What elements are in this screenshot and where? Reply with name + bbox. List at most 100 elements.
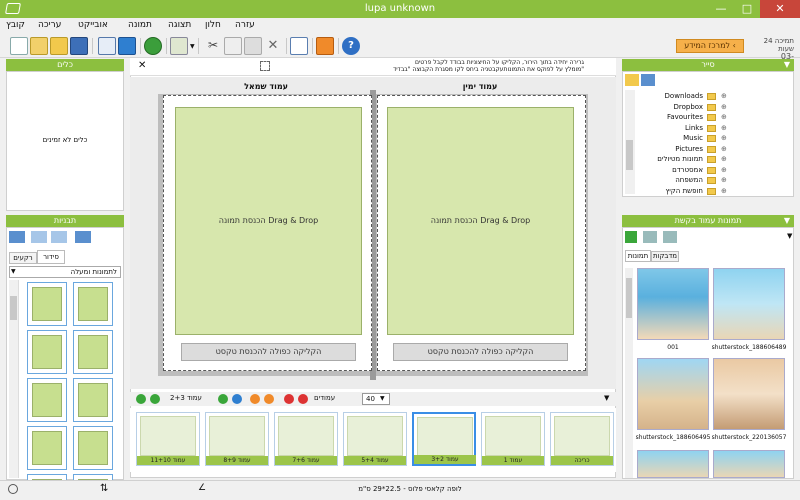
expand-icon[interactable]: ⊕ [721,103,727,111]
image-tool-icon[interactable] [170,37,188,55]
page-thumbnail[interactable]: עמוד 1 [481,412,545,466]
tree-item-label[interactable]: Pictures [643,145,703,153]
refresh-folder-icon[interactable] [641,74,655,86]
expand-icon[interactable]: ⊕ [721,134,727,142]
remove-page-icon[interactable] [298,394,308,404]
maximize-button[interactable]: □ [734,0,760,18]
layout-template[interactable] [73,330,113,374]
copy-icon[interactable] [224,37,242,55]
layout-filter-select[interactable]: לתמונות ומעלה [9,266,121,278]
tree-item-label[interactable]: חופשת הקיץ [643,187,703,195]
expand-icon[interactable]: ⊕ [721,176,727,184]
page-thumbnail[interactable]: 7+6 עמוד [274,412,338,466]
menu-window[interactable]: חלון [205,20,221,30]
tab-photos[interactable]: תמונות [625,250,651,262]
tree-item-label[interactable]: Dropbox [643,103,704,111]
chevron-down-icon[interactable]: ▼ [787,232,792,240]
open-folder-icon[interactable] [30,37,48,55]
tree-item-label[interactable]: המשפחה [643,176,703,184]
photo-thumbnail[interactable] [637,450,709,478]
rotate-icon[interactable] [250,394,260,404]
cut-icon[interactable]: ✂ [204,37,222,55]
page-thumbnail[interactable]: 8+9 עמוד [205,412,269,466]
templates-scrollbar[interactable] [9,280,19,478]
refresh-icon[interactable] [144,37,162,55]
menu-file[interactable]: קובץ [6,20,25,30]
menu-object[interactable]: אובייקט [78,20,108,30]
close-help-button[interactable]: ✕ [138,60,146,71]
layout-template[interactable] [73,426,113,470]
folder-up-icon[interactable] [625,74,639,86]
expand-icon[interactable]: ⊕ [721,166,727,174]
page-thumbnail[interactable]: כריכה [550,412,614,466]
tab-layout[interactable]: סידור [37,250,65,264]
template-tool-icon[interactable] [51,231,67,243]
tree-scrollbar[interactable] [625,90,635,194]
paste-icon[interactable] [244,37,262,55]
right-photo-dropzone[interactable]: הכנסת תמונה Drag & Drop [387,107,574,335]
page-thumbnail[interactable]: 5+4 עמוד [343,412,407,466]
document-icon[interactable] [290,37,308,55]
template-tool-icon[interactable] [9,231,25,243]
right-text-box[interactable]: הקליקה כפולה להכנסת טקסט [393,343,568,361]
tab-backgrounds[interactable]: רקעים [9,252,37,264]
photo-thumbnail[interactable] [637,268,709,340]
expand-icon[interactable]: ⊕ [721,145,727,153]
save-icon[interactable] [70,37,88,55]
layout-template[interactable] [27,378,67,422]
photo-thumbnail[interactable] [713,358,785,430]
tree-item-label[interactable]: Links [643,124,703,132]
remove-page-icon[interactable] [284,394,294,404]
layout-template[interactable] [73,282,113,326]
redo-icon[interactable] [118,37,136,55]
layout-template[interactable] [27,282,67,326]
photos-scrollbar[interactable] [625,268,633,478]
photo-thumbnail[interactable] [713,450,785,478]
menu-edit[interactable]: עריכה [38,20,61,30]
order-icon[interactable] [316,37,334,55]
menu-help[interactable]: עזרה [235,20,255,30]
tab-stickers[interactable]: מדבקות [651,251,679,262]
page-thumbnail[interactable]: 11+10 עמוד [136,412,200,466]
minimize-button[interactable]: — [708,0,734,18]
chevron-down-icon[interactable]: ▼ [190,43,195,50]
zoom-icon[interactable] [643,231,657,243]
pages-count-select[interactable]: 40 [362,393,390,405]
add-photos-icon[interactable] [625,231,637,243]
rotate-icon[interactable] [264,394,274,404]
scrollbar-thumb[interactable] [626,140,633,170]
tree-item-label[interactable]: Music [643,134,703,142]
tree-item-label[interactable]: Favourites [643,113,703,121]
move-page-icon[interactable] [232,394,242,404]
expand-icon[interactable]: ⊕ [721,187,727,195]
photo-thumbnail[interactable] [713,268,785,340]
left-text-box[interactable]: הקליקה כפולה להכנסת טקסט [181,343,356,361]
close-button[interactable]: ✕ [760,0,800,18]
layout-template[interactable] [27,330,67,374]
expand-icon[interactable]: ⊕ [721,124,727,132]
left-photo-dropzone[interactable]: הכנסת תמונה Drag & Drop [175,107,362,335]
undo-icon[interactable] [98,37,116,55]
layout-template[interactable] [73,378,113,422]
add-page-icon[interactable] [136,394,146,404]
menu-view[interactable]: תצוגה [168,20,191,30]
tree-item-label[interactable]: אמסטרדם [643,166,703,174]
expand-icon[interactable]: ⊕ [721,155,727,163]
scrollbar-thumb[interactable] [10,296,17,320]
template-tool-icon[interactable] [75,231,91,243]
menu-image[interactable]: תמונה [128,20,152,30]
chevron-down-icon[interactable]: ▼ [11,268,16,275]
scrollbar-thumb[interactable] [626,278,632,318]
delete-icon[interactable]: ✕ [264,37,282,55]
tree-item-label[interactable]: תמונות מטיולים [643,155,703,163]
layout-template[interactable] [27,426,67,470]
add-page-icon[interactable] [150,394,160,404]
strip-menu-icon[interactable]: ▼ [604,394,609,402]
template-tool-icon[interactable] [31,231,47,243]
chevron-down-icon[interactable]: ▼ [380,395,385,402]
pin-icon[interactable]: ▼ [784,215,790,227]
info-center-button[interactable]: למרכז המידע ‹ [676,39,744,53]
import-icon[interactable] [50,37,68,55]
new-file-icon[interactable] [10,37,28,55]
pin-icon[interactable]: ▼ [784,59,790,71]
